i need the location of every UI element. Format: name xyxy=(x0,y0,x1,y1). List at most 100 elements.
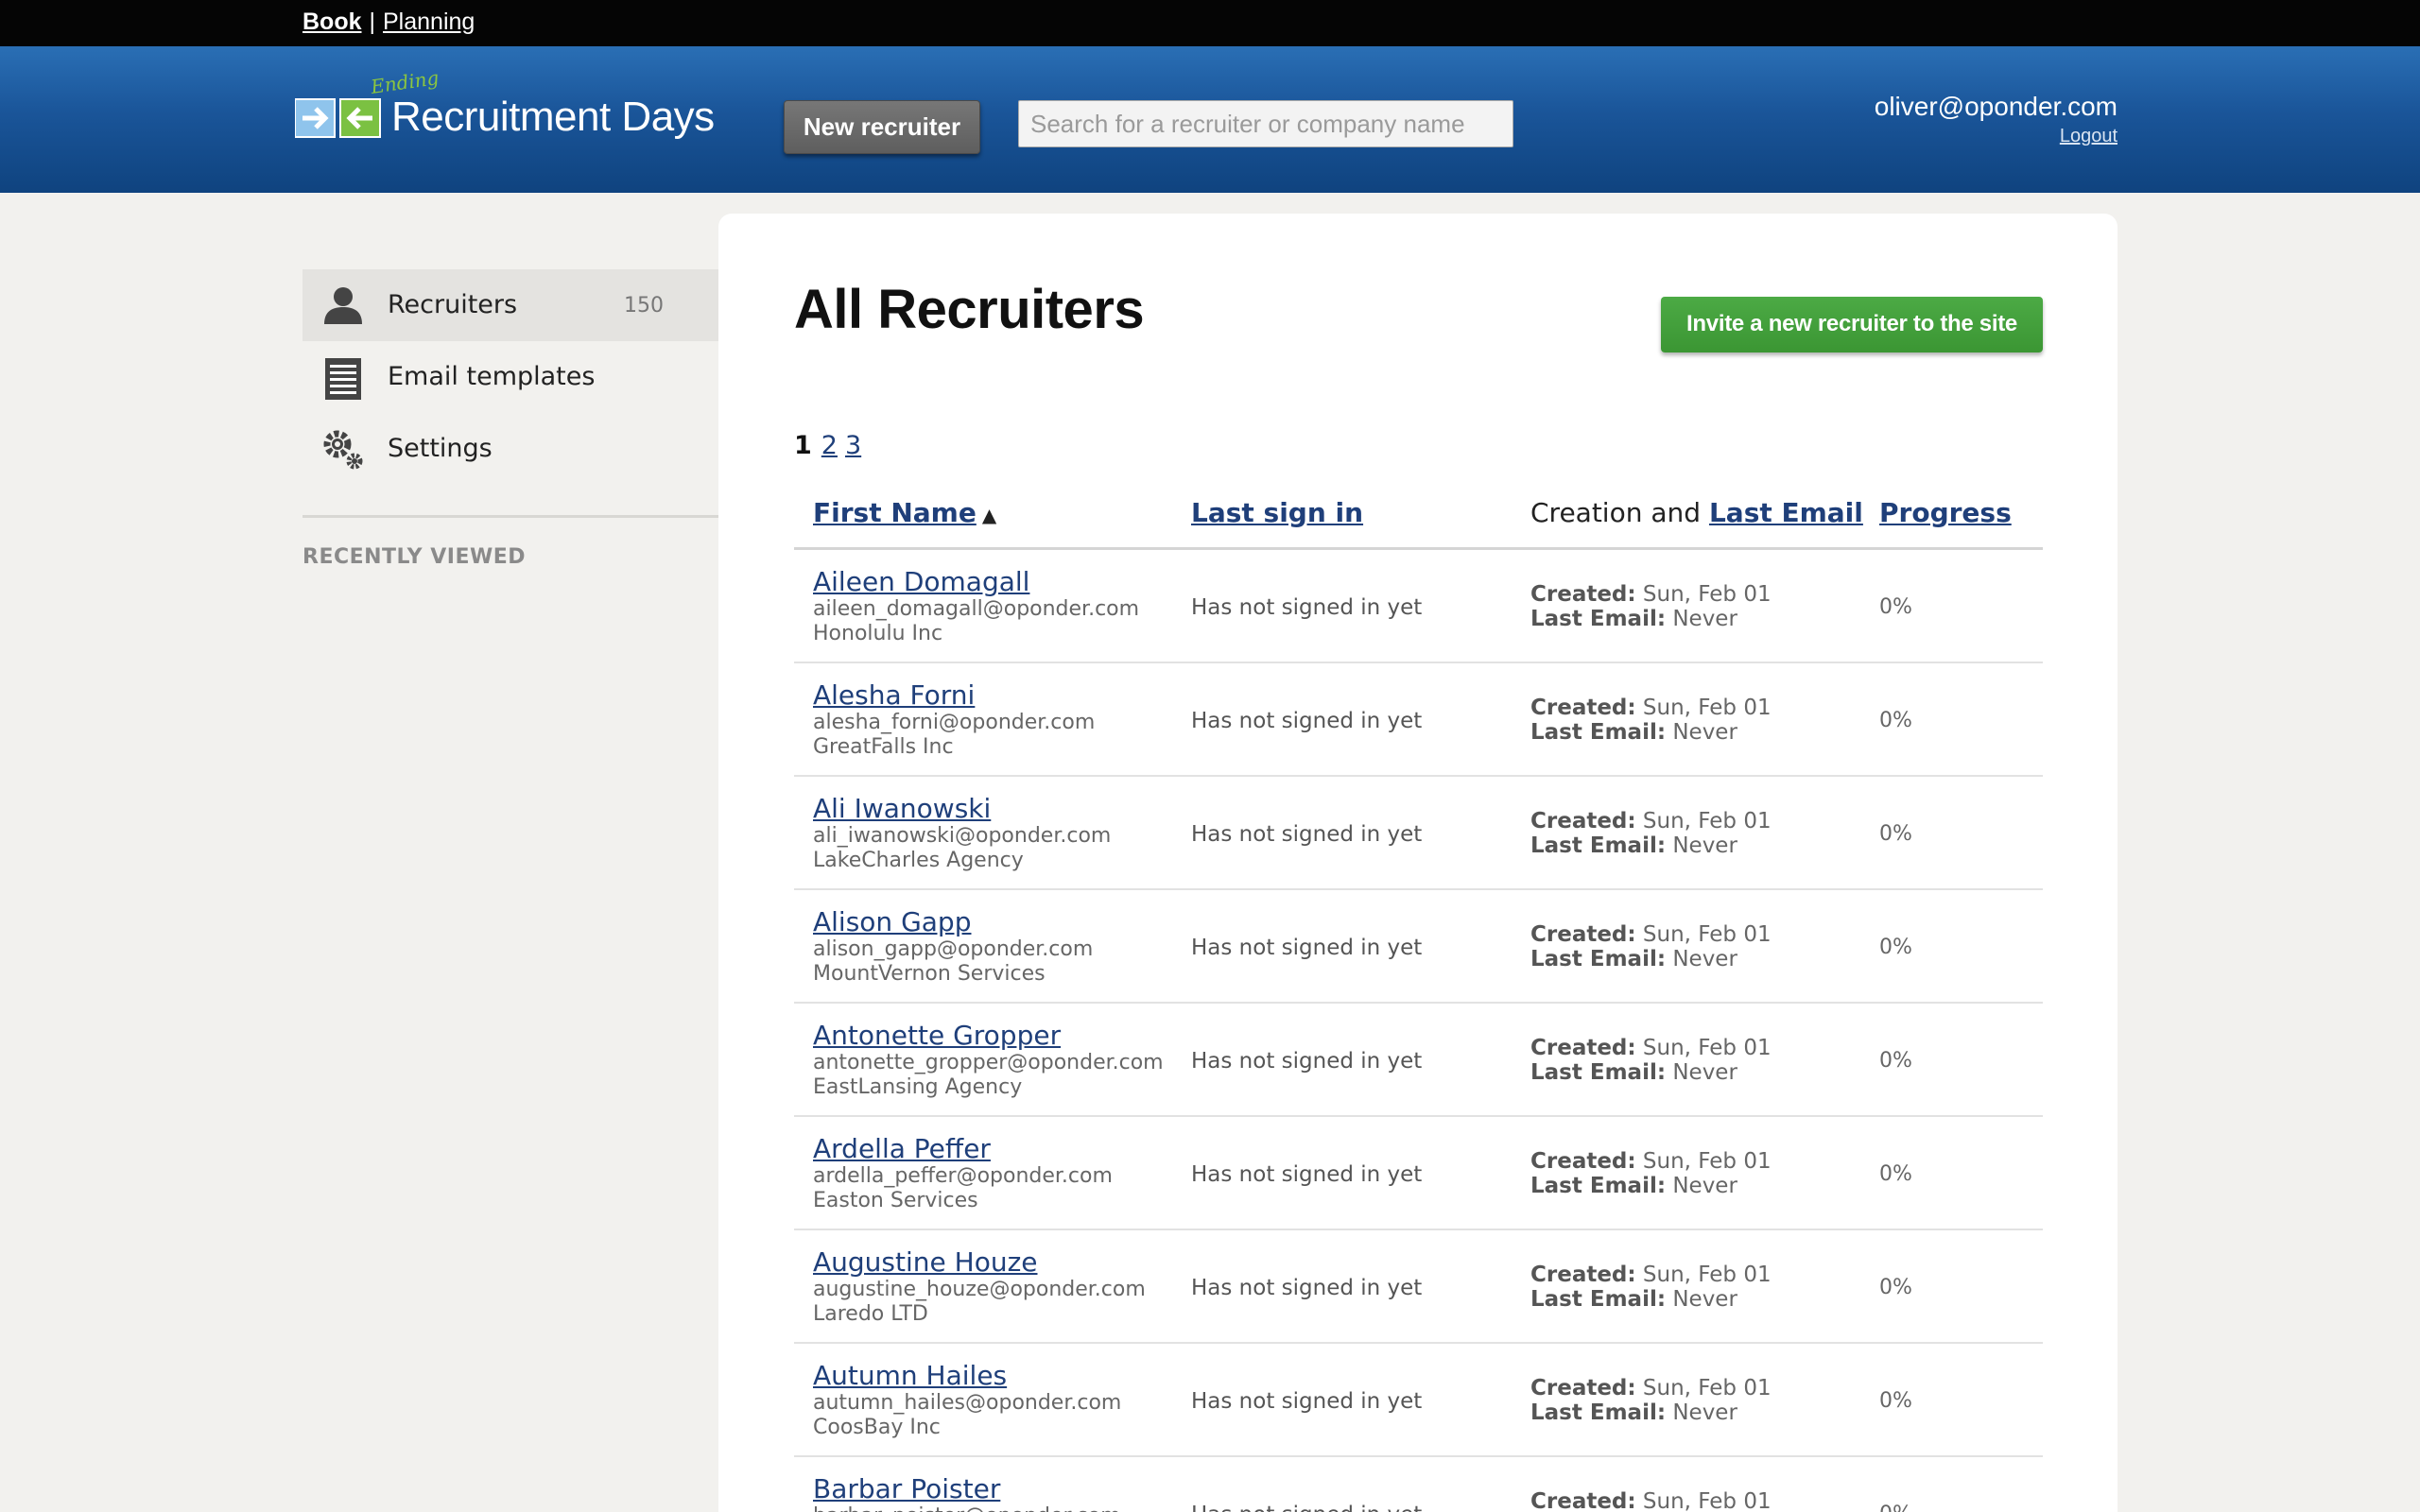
logo-arrows-icon xyxy=(295,98,381,138)
sidebar-item-recruiters[interactable]: Recruiters 150 xyxy=(302,269,718,341)
creation-info: Created: Sun, Feb 01Last Email: Never xyxy=(1530,922,1772,971)
table-row: Barbar Poisterbarbar_poister@oponder.com… xyxy=(794,1457,2043,1512)
app-logo[interactable]: Ending Recruitment Days xyxy=(293,66,715,165)
table-row: Alison Gapp alison_gapp@oponder.com MountV… xyxy=(794,890,2043,1004)
creation-label: Creation and xyxy=(1530,497,1702,528)
table-row: Ali Iwanowski ali_iwanowski@oponder.com La… xyxy=(794,777,2043,890)
progress-value: 0% xyxy=(1879,595,1912,619)
last-email-value: Never xyxy=(1672,1287,1737,1312)
created-date: Sun, Feb 01 xyxy=(1642,922,1772,947)
sort-progress-link[interactable]: Progress xyxy=(1879,497,2012,528)
recruiter-name-link[interactable]: Ali Iwanowski xyxy=(813,794,1111,824)
recruiter-name-link[interactable]: Antonette Gropper xyxy=(813,1021,1164,1051)
last-email-value: Never xyxy=(1672,1060,1737,1085)
created-label: Created: xyxy=(1530,1149,1636,1174)
sidebar-item-label: Email templates xyxy=(388,362,596,391)
column-progress: Progress xyxy=(1879,497,2012,528)
created-date: Sun, Feb 01 xyxy=(1642,696,1772,720)
created-label: Created: xyxy=(1530,1489,1636,1512)
last-email-label: Last Email: xyxy=(1530,1174,1667,1198)
last-email-value: Never xyxy=(1672,947,1737,971)
recruiter-name-link[interactable]: Ardella Peffer xyxy=(813,1134,1113,1164)
last-sign-in-value: Has not signed in yet xyxy=(1191,1276,1423,1300)
book-link[interactable]: Book xyxy=(302,9,362,35)
recruiter-email: alison_gapp@oponder.com xyxy=(813,937,1094,961)
table-row: Antonette Gropper antonette_gropper@opond… xyxy=(794,1004,2043,1117)
table-header: First Name ▲ Last sign in Creation and La… xyxy=(794,467,2043,550)
created-label: Created: xyxy=(1530,1376,1636,1400)
table-row: Augustine Houze augustine_houze@oponder.c… xyxy=(794,1230,2043,1344)
creation-info: Created: Sun, Feb 01Last Email: Never xyxy=(1530,1489,1772,1512)
person-icon xyxy=(324,287,362,324)
current-page: 1 xyxy=(794,431,812,460)
recruiter-name-link[interactable]: Autumn Hailes xyxy=(813,1361,1121,1391)
recruiters-count: 150 xyxy=(624,294,664,318)
recruiter-info: Alesha Forni alesha_forni@oponder.com Grea… xyxy=(813,680,1095,760)
planning-link[interactable]: Planning xyxy=(383,9,475,35)
last-email-label: Last Email: xyxy=(1530,720,1667,745)
main-panel: All Recruiters Invite a new recruiter to… xyxy=(718,214,2118,1512)
creation-info: Created: Sun, Feb 01Last Email: Never xyxy=(1530,1376,1772,1425)
last-email-value: Never xyxy=(1672,1400,1737,1425)
logout-link[interactable]: Logout xyxy=(1875,126,2118,147)
sort-last-email-link[interactable]: Last Email xyxy=(1709,497,1863,528)
top-nav-bar: Book | Planning xyxy=(0,0,2420,46)
created-date: Sun, Feb 01 xyxy=(1642,1376,1772,1400)
recruiters-table: First Name ▲ Last sign in Creation and La… xyxy=(794,467,2043,1512)
sidebar-item-label: Recruiters xyxy=(388,290,518,319)
gears-icon xyxy=(323,430,363,470)
recruiter-company: Easton Services xyxy=(813,1189,978,1212)
sort-last-sign-in-link[interactable]: Last sign in xyxy=(1191,497,1363,528)
sidebar-item-email-templates[interactable]: Email templates xyxy=(302,341,718,413)
recruiter-company: LakeCharles Agency xyxy=(813,849,1024,872)
recruiter-name-link[interactable]: Alison Gapp xyxy=(813,907,1093,937)
recruiter-company: EastLansing Agency xyxy=(813,1075,1023,1099)
created-date: Sun, Feb 01 xyxy=(1642,1489,1772,1512)
last-email-label: Last Email: xyxy=(1530,1287,1667,1312)
progress-value: 0% xyxy=(1879,1503,1912,1512)
recruiter-company: GreatFalls Inc xyxy=(813,735,954,759)
recruiter-name-link[interactable]: Aileen Domagall xyxy=(813,567,1139,597)
page-link-2[interactable]: 2 xyxy=(821,431,838,460)
last-sign-in-value: Has not signed in yet xyxy=(1191,936,1423,960)
last-sign-in-value: Has not signed in yet xyxy=(1191,1503,1422,1512)
search-input[interactable] xyxy=(1018,100,1513,147)
recruiter-company: CoosBay Inc xyxy=(813,1416,941,1439)
last-sign-in-value: Has not signed in yet xyxy=(1191,595,1423,620)
sort-first-name-link[interactable]: First Name xyxy=(813,497,977,528)
created-date: Sun, Feb 01 xyxy=(1642,582,1772,607)
recruiter-info: Augustine Houze augustine_houze@oponder.c… xyxy=(813,1247,1146,1327)
last-email-label: Last Email: xyxy=(1530,1060,1667,1085)
page-title: All Recruiters xyxy=(794,279,1145,340)
table-row: Ardella Peffer ardella_peffer@oponder.com… xyxy=(794,1117,2043,1230)
sidebar-item-settings[interactable]: Settings xyxy=(302,413,718,485)
recruiter-email: aileen_domagall@oponder.com xyxy=(813,597,1140,621)
recruiter-name-link[interactable]: Barbar Poister xyxy=(813,1474,1121,1504)
column-last-sign-in: Last sign in xyxy=(1191,497,1363,528)
recruiter-info: Aileen Domagall aileen_domagall@oponder.c… xyxy=(813,567,1139,646)
progress-value: 0% xyxy=(1879,1049,1912,1073)
creation-info: Created: Sun, Feb 01Last Email: Never xyxy=(1530,1263,1772,1312)
recruiter-name-link[interactable]: Augustine Houze xyxy=(813,1247,1146,1278)
column-creation-last-email: Creation and Last Email xyxy=(1530,497,1863,528)
last-sign-in-value: Has not signed in yet xyxy=(1191,709,1423,733)
recruiter-company: Laredo LTD xyxy=(813,1302,928,1326)
last-email-label: Last Email: xyxy=(1530,607,1667,631)
sidebar-item-label: Settings xyxy=(388,434,493,463)
created-date: Sun, Feb 01 xyxy=(1642,809,1772,833)
creation-info: Created: Sun, Feb 01Last Email: Never xyxy=(1530,1036,1772,1085)
page-link-3[interactable]: 3 xyxy=(845,431,861,460)
recruiter-name-link[interactable]: Alesha Forni xyxy=(813,680,1095,711)
top-nav-links: Book | Planning xyxy=(302,9,475,36)
created-date: Sun, Feb 01 xyxy=(1642,1149,1772,1174)
last-email-value: Never xyxy=(1672,833,1737,858)
last-email-value: Never xyxy=(1672,1174,1737,1198)
table-body: Aileen Domagall aileen_domagall@oponder.c… xyxy=(794,550,2043,1512)
last-sign-in-value: Has not signed in yet xyxy=(1191,822,1423,847)
new-recruiter-button[interactable]: New recruiter xyxy=(784,100,980,154)
created-label: Created: xyxy=(1530,922,1636,947)
invite-recruiter-button[interactable]: Invite a new recruiter to the site xyxy=(1661,297,2043,352)
last-email-label: Last Email: xyxy=(1530,1400,1667,1425)
user-email: oliver@oponder.com xyxy=(1874,92,2118,121)
created-label: Created: xyxy=(1530,1036,1636,1060)
